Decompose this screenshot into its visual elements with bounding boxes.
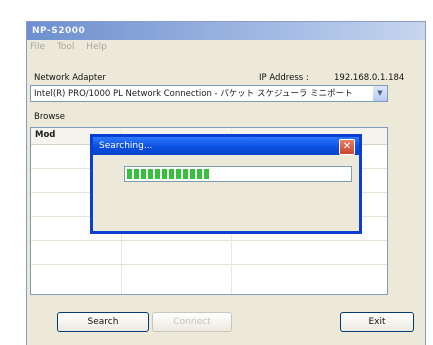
menu-file[interactable]: File	[30, 42, 45, 52]
close-icon[interactable]: ✕	[339, 139, 355, 155]
window-titlebar[interactable]: NP-S2000	[27, 22, 425, 40]
exit-button[interactable]: Exit	[340, 312, 414, 332]
searching-dialog: Searching... ✕	[90, 134, 362, 234]
row-divider	[31, 240, 387, 241]
dialog-titlebar[interactable]: Searching... ✕	[93, 137, 359, 155]
chevron-down-icon[interactable]: ▼	[373, 86, 387, 101]
search-progress-bar	[124, 166, 352, 182]
row-divider	[31, 264, 387, 265]
search-button[interactable]: Search	[57, 312, 149, 332]
window-title: NP-S2000	[32, 26, 86, 36]
menu-help[interactable]: Help	[86, 42, 107, 52]
dialog-title: Searching...	[99, 141, 153, 151]
connect-button[interactable]: Connect	[152, 312, 232, 332]
ip-address-label: IP Address :	[259, 73, 309, 83]
network-adapter-label: Network Adapter	[34, 73, 106, 83]
browse-label: Browse	[34, 112, 65, 122]
selected-adapter: Intel(R) PRO/1000 PL Network Connection …	[34, 89, 353, 99]
network-adapter-select[interactable]: Intel(R) PRO/1000 PL Network Connection …	[30, 85, 388, 102]
ip-address-value: 192.168.0.1.184	[334, 73, 405, 83]
column-model-header[interactable]: Mod	[35, 130, 55, 140]
progress-fill	[127, 169, 212, 179]
menu-bar: File Tool Help	[27, 40, 425, 54]
menu-tool[interactable]: Tool	[57, 42, 74, 52]
